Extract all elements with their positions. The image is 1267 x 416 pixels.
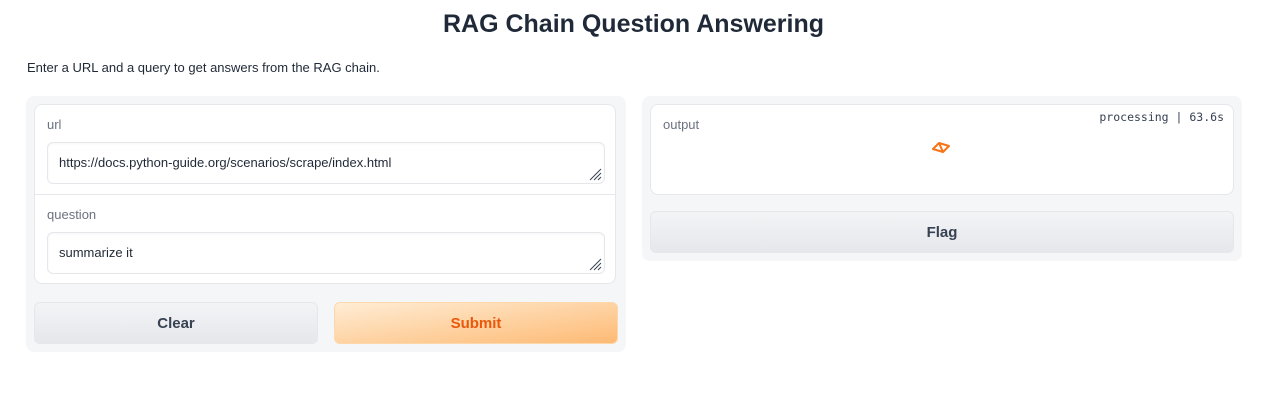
flag-button[interactable]: Flag — [650, 211, 1234, 253]
page-description: Enter a URL and a query to get answers f… — [27, 60, 380, 75]
processing-status: processing | 63.6s — [1099, 110, 1224, 124]
question-input-value: summarize it — [59, 245, 133, 260]
output-panel: output processing | 63.6s Flag — [642, 96, 1242, 261]
page-title: RAG Chain Question Answering — [442, 10, 825, 38]
url-label: url — [47, 117, 62, 132]
question-input[interactable]: summarize it — [47, 232, 605, 274]
output-box: output processing | 63.6s — [650, 104, 1234, 195]
loading-spinner-icon — [932, 142, 950, 153]
input-panel: url https://docs.python-guide.org/scenar… — [26, 96, 626, 352]
clear-button[interactable]: Clear — [34, 302, 318, 344]
url-input[interactable]: https://docs.python-guide.org/scenarios/… — [47, 142, 605, 184]
input-form: url https://docs.python-guide.org/scenar… — [34, 104, 616, 284]
resize-grip-icon[interactable] — [588, 167, 602, 181]
url-input-value: https://docs.python-guide.org/scenarios/… — [59, 155, 392, 170]
submit-button[interactable]: Submit — [334, 302, 618, 344]
question-label: question — [47, 207, 97, 222]
question-field-block: question summarize it — [35, 195, 615, 285]
output-label: output — [663, 117, 700, 132]
resize-grip-icon[interactable] — [588, 257, 602, 271]
url-field-block: url https://docs.python-guide.org/scenar… — [35, 105, 615, 195]
